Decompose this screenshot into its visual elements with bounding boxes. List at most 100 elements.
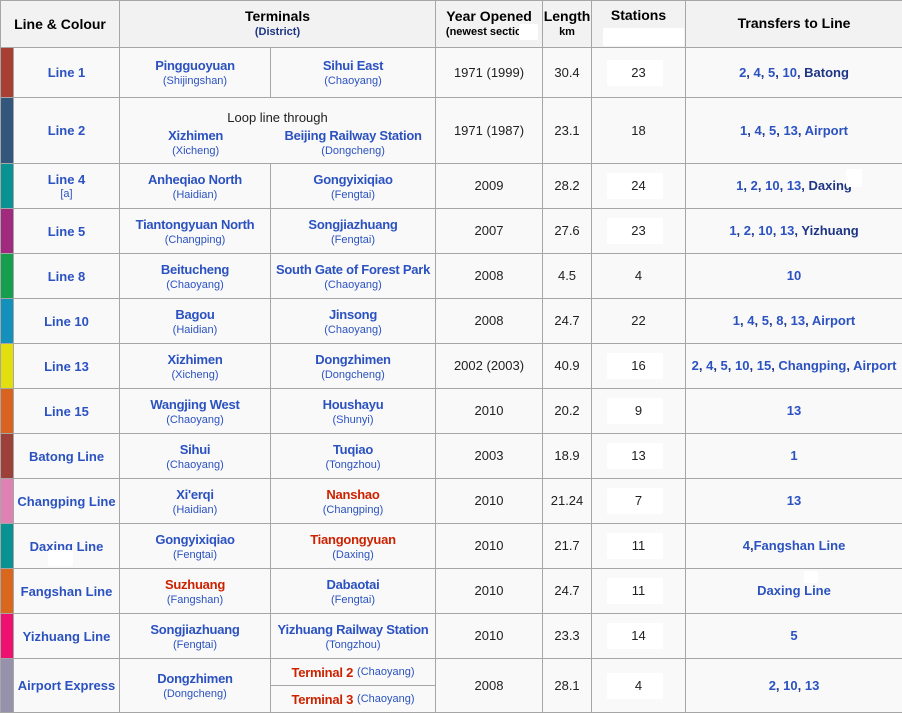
- transfer-link[interactable]: 5: [721, 358, 728, 373]
- district-link[interactable]: (Dongcheng): [271, 369, 435, 381]
- line-name-link[interactable]: Line 4: [14, 172, 119, 187]
- district-link[interactable]: (Tongzhou): [271, 459, 435, 471]
- station-link[interactable]: Houshayu: [271, 397, 435, 412]
- transfer-link[interactable]: 1: [729, 223, 736, 238]
- district-link[interactable]: (Tongzhou): [271, 639, 435, 651]
- transfer-link[interactable]: 13: [787, 403, 801, 418]
- district-link[interactable]: (Chaoyang): [120, 279, 270, 291]
- transfer-link[interactable]: 10: [787, 268, 801, 283]
- district-link[interactable]: (Fengtai): [120, 639, 270, 651]
- district-link[interactable]: (Chaoyang): [357, 666, 414, 678]
- transfer-link[interactable]: 2: [769, 678, 776, 693]
- transfer-link[interactable]: 4: [743, 538, 750, 553]
- district-link[interactable]: (Changping): [271, 504, 435, 516]
- station-link[interactable]: Tuqiao: [271, 442, 435, 457]
- district-link[interactable]: (Fengtai): [271, 234, 435, 246]
- transfer-link[interactable]: 13: [805, 678, 819, 693]
- station-link[interactable]: Anheqiao North: [120, 172, 270, 187]
- transfer-link[interactable]: 10: [782, 65, 796, 80]
- district-link[interactable]: (Fengtai): [120, 549, 270, 561]
- district-link[interactable]: (Shijingshan): [120, 75, 270, 87]
- station-link[interactable]: Songjiazhuang: [271, 217, 435, 232]
- transfer-link[interactable]: 13: [780, 223, 794, 238]
- transfer-link[interactable]: 13: [787, 493, 801, 508]
- station-link[interactable]: Pingguoyuan: [120, 58, 270, 73]
- transfer-link[interactable]: 13: [783, 123, 797, 138]
- transfer-link[interactable]: 10: [758, 223, 772, 238]
- transfer-link[interactable]: 4: [755, 123, 762, 138]
- station-link[interactable]: Tiangongyuan: [271, 532, 435, 547]
- station-link[interactable]: Xizhimen: [120, 352, 270, 367]
- district-link[interactable]: (Haidian): [120, 504, 270, 516]
- transfer-link[interactable]: 2: [744, 223, 751, 238]
- transfer-link[interactable]: 4: [754, 65, 761, 80]
- district-link[interactable]: (Dongcheng): [271, 145, 435, 157]
- transfer-link[interactable]: Airport: [812, 313, 855, 328]
- district-link[interactable]: (Chaoyang): [357, 693, 414, 705]
- line-footnote-link[interactable]: [a]: [14, 188, 119, 200]
- line-name-link[interactable]: Line 2: [14, 123, 119, 138]
- line-name-link[interactable]: Line 5: [14, 224, 119, 239]
- transfer-link[interactable]: 2: [692, 358, 699, 373]
- transfer-link[interactable]: 10: [765, 178, 779, 193]
- station-link[interactable]: Beitucheng: [120, 262, 270, 277]
- district-link[interactable]: (Changping): [120, 234, 270, 246]
- station-link[interactable]: Terminal 3: [291, 692, 353, 707]
- station-link[interactable]: Xi'erqi: [120, 487, 270, 502]
- station-link[interactable]: Bagou: [120, 307, 270, 322]
- transfer-link[interactable]: 2: [751, 178, 758, 193]
- transfer-link[interactable]: 4: [747, 313, 754, 328]
- district-link[interactable]: (Chaoyang): [271, 324, 435, 336]
- district-link[interactable]: (Haidian): [120, 324, 270, 336]
- line-name-link[interactable]: Fangshan Line: [14, 584, 119, 599]
- district-link[interactable]: (Fengtai): [271, 189, 435, 201]
- station-link[interactable]: Songjiazhuang: [120, 622, 270, 637]
- station-link[interactable]: Dongzhimen: [271, 352, 435, 367]
- station-link[interactable]: Xizhimen: [120, 128, 271, 143]
- transfer-link[interactable]: 13: [791, 313, 805, 328]
- line-name-link[interactable]: Line 10: [14, 314, 119, 329]
- station-link[interactable]: Suzhuang: [120, 577, 270, 592]
- station-link[interactable]: Dongzhimen: [120, 671, 270, 686]
- district-link[interactable]: (Chaoyang): [271, 279, 435, 291]
- district-link[interactable]: (Shunyi): [271, 414, 435, 426]
- district-link[interactable]: (Xicheng): [120, 145, 271, 157]
- district-link[interactable]: (Dongcheng): [120, 688, 270, 700]
- district-link[interactable]: (Daxing): [271, 549, 435, 561]
- transfer-link[interactable]: Yizhuang: [801, 223, 858, 238]
- transfer-link[interactable]: 13: [787, 178, 801, 193]
- transfer-link[interactable]: 1: [790, 448, 797, 463]
- station-link[interactable]: Beijing Railway Station: [271, 128, 435, 143]
- transfer-link[interactable]: Batong: [804, 65, 849, 80]
- station-link[interactable]: Dabaotai: [271, 577, 435, 592]
- line-name-link[interactable]: Line 13: [14, 359, 119, 374]
- station-link[interactable]: Tiantongyuan North: [120, 217, 270, 232]
- transfer-link[interactable]: 10: [783, 678, 797, 693]
- line-name-link[interactable]: Airport Express: [14, 678, 119, 693]
- district-link[interactable]: (Xicheng): [120, 369, 270, 381]
- station-link[interactable]: South Gate of Forest Park: [271, 262, 435, 277]
- station-link[interactable]: Nanshao: [271, 487, 435, 502]
- transfer-link[interactable]: Daxing Line: [757, 583, 831, 598]
- transfer-link[interactable]: 10: [735, 358, 749, 373]
- line-name-link[interactable]: Line 1: [14, 65, 119, 80]
- transfer-link[interactable]: 5: [762, 313, 769, 328]
- district-link[interactable]: (Chaoyang): [271, 75, 435, 87]
- station-link[interactable]: Gongyixiqiao: [120, 532, 270, 547]
- line-name-link[interactable]: Changping Line: [14, 494, 119, 509]
- transfer-link[interactable]: 1: [733, 313, 740, 328]
- district-link[interactable]: (Chaoyang): [120, 414, 270, 426]
- station-link[interactable]: Gongyixiqiao: [271, 172, 435, 187]
- station-link[interactable]: Sihui East: [271, 58, 435, 73]
- transfer-link[interactable]: 5: [790, 628, 797, 643]
- transfer-link[interactable]: 15: [757, 358, 771, 373]
- line-name-link[interactable]: Line 8: [14, 269, 119, 284]
- transfer-link[interactable]: Changping: [778, 358, 846, 373]
- district-link[interactable]: (Fangshan): [120, 594, 270, 606]
- station-link[interactable]: Yizhuang Railway Station: [271, 622, 435, 637]
- transfer-link[interactable]: Fangshan Line: [754, 538, 846, 553]
- district-link[interactable]: (Haidian): [120, 189, 270, 201]
- transfer-link[interactable]: Airport: [853, 358, 896, 373]
- district-link[interactable]: (Chaoyang): [120, 459, 270, 471]
- station-link[interactable]: Sihui: [120, 442, 270, 457]
